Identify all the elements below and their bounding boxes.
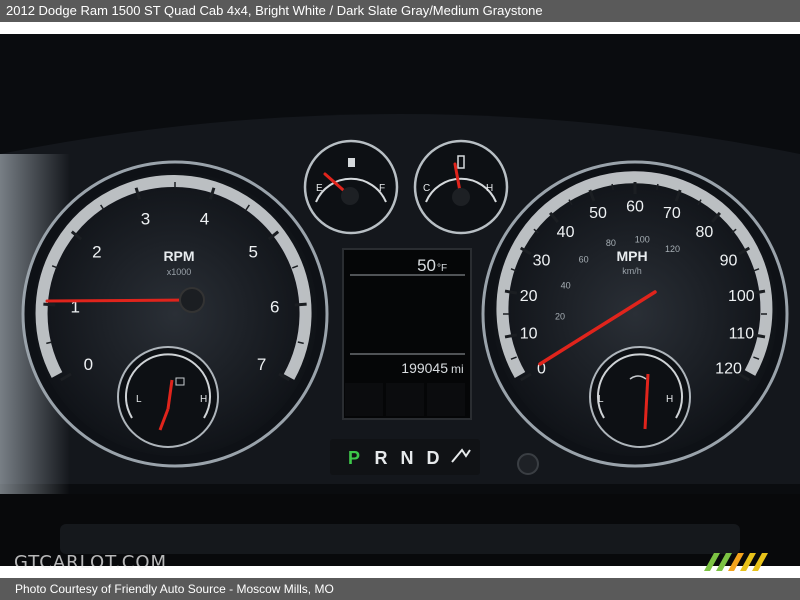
speedometer: 01020304050 60 708090100110120 20406080 100… <box>481 160 789 468</box>
gear-drive: D <box>427 448 440 468</box>
caption-credit-bar: Photo Courtesy of Friendly Auto Source -… <box>0 578 800 600</box>
caption-credit: Photo Courtesy of Friendly Auto Source -… <box>15 582 334 596</box>
dial-label: 2 <box>92 243 101 262</box>
kmh-label: 20 <box>555 312 565 322</box>
fuel-empty-label: E <box>316 183 323 194</box>
dial-tick <box>504 333 518 339</box>
stripes-logo <box>704 553 768 571</box>
dial-label: 7 <box>257 355 266 374</box>
dial-label: 80 <box>696 224 714 241</box>
dial-label: 60 <box>626 199 644 216</box>
dial-label: 3 <box>141 209 150 228</box>
dial-tick <box>656 183 659 191</box>
temp-hot-label: H <box>486 183 493 194</box>
gear-reverse: R <box>375 448 388 468</box>
caption-title-bar: 2012 Dodge Ram 1500 ST Quad Cab 4x4, Bri… <box>0 0 800 22</box>
dial-label: 30 <box>533 253 551 270</box>
coolant-temp-gauge: C H <box>413 139 509 235</box>
dial-label: 5 <box>248 243 257 262</box>
odometer-value: 199045 <box>401 360 448 376</box>
dial-label: 110 <box>729 325 755 342</box>
kmh-label: 80 <box>606 238 616 248</box>
dial-tick <box>752 289 766 295</box>
dial-tick <box>611 183 614 191</box>
dial-label: 120 <box>715 361 742 378</box>
dial-tick <box>752 333 766 339</box>
dial-label: 50 <box>589 205 607 222</box>
kmh-label: 120 <box>665 244 680 254</box>
odometer-unit: mi <box>451 362 464 376</box>
outside-temp-unit: °F <box>437 263 447 274</box>
dial-tick <box>504 289 518 295</box>
fuel-full-label: F <box>379 183 385 194</box>
caption-title: 2012 Dodge Ram 1500 ST Quad Cab 4x4, Bri… <box>6 3 543 18</box>
dial-label: 20 <box>520 288 538 305</box>
sub-gauge-right-low: L <box>598 394 604 405</box>
watermark-logo: GTCARLOT.COM <box>14 552 168 573</box>
dial-tick <box>294 302 307 307</box>
tach-unit: x1000 <box>167 267 192 277</box>
dial-label: 40 <box>557 224 575 241</box>
dial-label: 10 <box>520 325 538 342</box>
sub-gauge-right-high: H <box>666 394 673 405</box>
dial-label: 6 <box>270 297 279 316</box>
outside-temp-value: 50 <box>417 256 436 275</box>
kmh-label: 60 <box>579 254 589 264</box>
temp-cold-label: C <box>423 183 430 194</box>
instrument-cluster: 0123 4567 RPM x1000 L H E F C H 50 °F 19… <box>0 34 800 566</box>
kmh-label: 100 <box>635 234 650 244</box>
sub-gauge-left-low: L <box>136 394 142 405</box>
gear-neutral: N <box>401 448 414 468</box>
kmh-label: 40 <box>561 280 571 290</box>
dial-tick <box>43 302 56 307</box>
dial-label: 4 <box>200 209 209 228</box>
dial-label: 0 <box>84 355 93 374</box>
trip-reset-knob[interactable] <box>517 453 539 475</box>
tachometer: 0123 4567 RPM x1000 L H <box>21 160 329 468</box>
gear-park: P <box>348 448 360 468</box>
dashboard-photo: 01234567 RPM x1000 L H E F C H 50 °F 199… <box>0 34 800 566</box>
fuel-gauge: E F <box>303 139 399 235</box>
speedo-sub-gauge: L H <box>589 346 691 448</box>
tach-label: RPM <box>163 248 194 264</box>
dial-label: 70 <box>663 205 681 222</box>
speedo-label: MPH <box>616 248 647 264</box>
dial-label: 90 <box>720 253 738 270</box>
speedo-unit: km/h <box>622 266 642 276</box>
sub-gauge-left-high: H <box>200 394 207 405</box>
dial-label: 100 <box>728 288 755 305</box>
tach-sub-gauge: L H <box>117 346 219 448</box>
fuel-pump-icon <box>348 158 355 167</box>
center-info-display: 50 °F 199045 mi <box>342 248 472 420</box>
gear-indicator: P R N D <box>330 439 480 475</box>
